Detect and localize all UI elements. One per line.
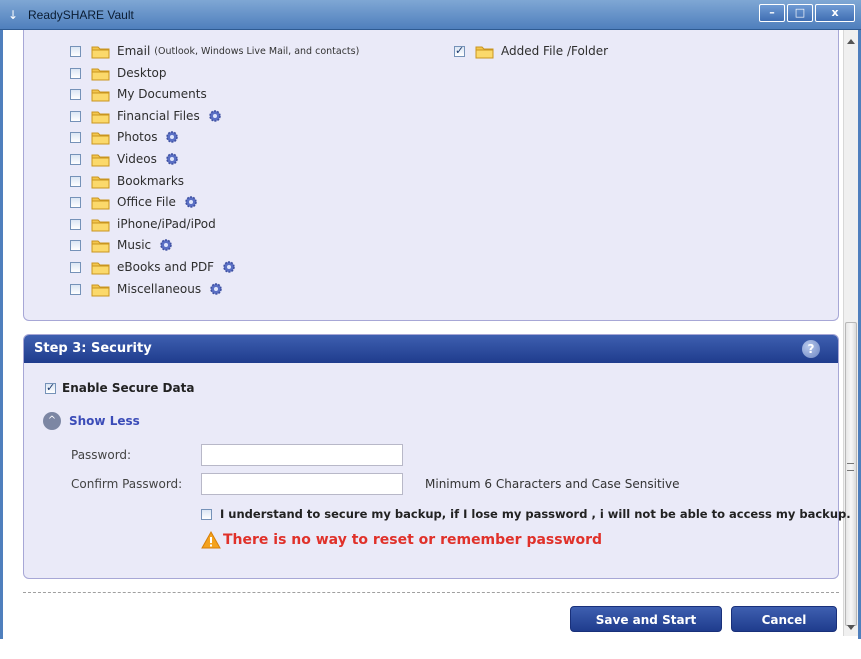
folder-checkbox[interactable]: [70, 45, 81, 57]
folder-label: Office File: [117, 195, 176, 209]
scroll-grip-icon: [847, 463, 854, 471]
folder-item[interactable]: eBooks and PDF: [70, 258, 236, 276]
folder-label: My Documents: [117, 87, 207, 101]
folder-checkbox[interactable]: [70, 153, 81, 165]
password-hint: Minimum 6 Characters and Case Sensitive: [425, 477, 680, 491]
folder-icon: [91, 197, 110, 209]
folder-icon: [91, 262, 110, 274]
window-controls: – □ x: [757, 4, 855, 22]
folder-icon: [91, 46, 110, 58]
folder-item[interactable]: Desktop: [70, 64, 167, 82]
folder-icon: [91, 219, 110, 231]
added-folder-label: Added File /Folder: [501, 44, 609, 58]
folder-label: eBooks and PDF: [117, 260, 215, 274]
folder-checkbox[interactable]: [70, 283, 81, 295]
enable-secure-label: Enable Secure Data: [62, 381, 195, 395]
help-icon[interactable]: ?: [802, 340, 820, 358]
password-label: Password:: [71, 448, 132, 462]
window-title: ReadySHARE Vault: [28, 8, 134, 22]
warning-icon: [201, 531, 221, 549]
folder-item[interactable]: Email (Outlook, Windows Live Mail, and co…: [70, 42, 359, 60]
folder-icon: [91, 240, 110, 252]
vertical-scrollbar[interactable]: [843, 30, 858, 636]
folder-icon: [91, 132, 110, 144]
folder-checkbox[interactable]: [70, 196, 81, 208]
gear-icon[interactable]: [184, 195, 198, 209]
maximize-icon[interactable]: □: [787, 4, 813, 22]
enable-secure-row: Enable Secure Data: [45, 381, 194, 395]
folder-item[interactable]: Miscellaneous: [70, 280, 223, 298]
folder-item[interactable]: My Documents: [70, 85, 207, 103]
folder-item[interactable]: Music: [70, 236, 173, 254]
folder-label: Videos: [117, 152, 157, 166]
footer-divider: [23, 592, 839, 593]
minimize-icon[interactable]: –: [759, 4, 785, 22]
folder-label: Email: [117, 44, 151, 58]
folder-label: Financial Files: [117, 109, 200, 123]
understand-label: I understand to secure my backup, if I l…: [220, 507, 851, 521]
folder-icon: [91, 176, 110, 188]
scroll-thumb[interactable]: [845, 322, 857, 626]
folder-icon: [91, 111, 110, 123]
folder-icon: [475, 46, 494, 58]
close-icon[interactable]: x: [815, 4, 855, 22]
app-icon: ↓: [8, 8, 19, 22]
understand-checkbox[interactable]: [201, 508, 212, 520]
show-less-toggle[interactable]: ^ Show Less: [43, 412, 140, 430]
folder-item[interactable]: Office File: [70, 193, 198, 211]
folder-label: Music: [117, 238, 152, 252]
understand-row: I understand to secure my backup, if I l…: [201, 507, 851, 521]
folder-item[interactable]: Videos: [70, 150, 179, 168]
folder-checkbox[interactable]: [70, 88, 81, 100]
folder-label: iPhone/iPad/iPod: [117, 217, 216, 231]
gear-icon[interactable]: [165, 130, 179, 144]
folder-checkbox[interactable]: [70, 110, 81, 122]
chevron-up-icon[interactable]: ^: [43, 412, 61, 430]
confirm-password-label: Confirm Password:: [71, 477, 183, 491]
confirm-password-input[interactable]: [201, 473, 403, 495]
show-less-link[interactable]: Show Less: [69, 414, 140, 428]
folder-sublabel: (Outlook, Windows Live Mail, and contact…: [154, 45, 360, 57]
enable-secure-checkbox[interactable]: [45, 381, 56, 394]
folder-icon: [91, 154, 110, 166]
scroll-down-icon[interactable]: [847, 625, 855, 630]
folder-checkbox[interactable]: [70, 218, 81, 230]
folder-item[interactable]: Bookmarks: [70, 172, 184, 190]
title-bar: ↓ ReadySHARE Vault – □ x: [0, 0, 861, 30]
folder-checkbox[interactable]: [70, 67, 81, 79]
folder-label: Photos: [117, 130, 158, 144]
added-folder-checkbox[interactable]: [454, 44, 465, 57]
folder-item[interactable]: iPhone/iPad/iPod: [70, 215, 216, 233]
folder-checkbox[interactable]: [70, 175, 81, 187]
gear-icon[interactable]: [208, 109, 222, 123]
folder-icon: [91, 284, 110, 296]
save-and-start-backup-button[interactable]: Save and Start Backup: [570, 606, 722, 653]
folder-label: Miscellaneous: [117, 282, 202, 296]
folder-icon: [91, 68, 110, 80]
password-input[interactable]: [201, 444, 403, 466]
folder-item[interactable]: Financial Files: [70, 107, 222, 125]
folder-checkbox[interactable]: [70, 239, 81, 251]
folder-icon: [91, 89, 110, 101]
folder-item[interactable]: Photos: [70, 128, 179, 146]
folder-checkbox[interactable]: [70, 261, 81, 273]
folder-label: Desktop: [117, 66, 167, 80]
added-folder-item[interactable]: Added File /Folder: [454, 42, 608, 60]
folder-label: Bookmarks: [117, 174, 185, 188]
gear-icon[interactable]: [159, 238, 173, 252]
warning-text: There is no way to reset or remember pas…: [223, 532, 603, 548]
gear-icon[interactable]: [222, 260, 236, 274]
gear-icon[interactable]: [165, 152, 179, 166]
cancel-button[interactable]: Cancel: [731, 606, 837, 632]
scroll-up-icon[interactable]: [847, 39, 855, 44]
security-header: Step 3: Security: [24, 335, 838, 363]
warning-row: There is no way to reset or remember pas…: [201, 531, 602, 549]
gear-icon[interactable]: [209, 282, 223, 296]
folder-checkbox[interactable]: [70, 131, 81, 143]
